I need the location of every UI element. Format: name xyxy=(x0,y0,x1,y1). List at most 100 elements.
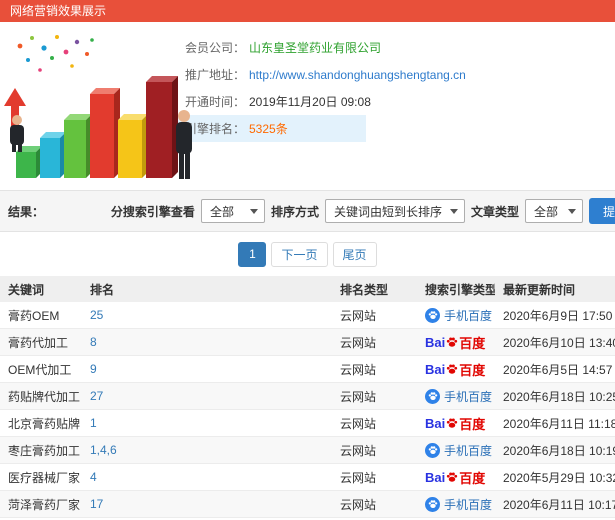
chevron-down-icon xyxy=(449,208,458,214)
rank-link[interactable]: 17 xyxy=(90,497,103,511)
keyword-cell: 膏药代加工 xyxy=(8,335,69,350)
chevron-down-icon xyxy=(567,208,576,214)
engine-cell: 手机百度 xyxy=(417,388,495,405)
table-row: 枣庄膏药加工 1,4,6 云网站 手机百度 2020年6月18日 10:19 xyxy=(0,437,615,464)
baidu-logo: Bai 百度 xyxy=(425,333,485,352)
engine-cell: 手机百度 xyxy=(417,442,495,459)
table-row: 膏药OEM 25 云网站 手机百度 2020年6月9日 17:50 xyxy=(0,302,615,329)
header-rank: 排名 xyxy=(90,282,115,297)
rank-type-cell: 云网站 xyxy=(340,389,377,404)
table-row: 菏泽膏药厂家 17 云网站 手机百度 2020年6月11日 10:17 xyxy=(0,491,615,518)
mobile-baidu-label: 手机百度 xyxy=(444,308,493,323)
baidu-paw-icon xyxy=(446,417,458,429)
company-link[interactable]: 山东皇圣堂药业有限公司 xyxy=(249,39,381,56)
rank-type-cell: 云网站 xyxy=(340,362,377,377)
sort-filter-value: 关键词由短到长排序 xyxy=(333,204,442,219)
mobile-baidu-icon xyxy=(425,307,440,323)
header-rank-type: 排名类型 xyxy=(340,282,389,297)
engine-rank-count: 5325 xyxy=(249,121,276,136)
rank-link[interactable]: 27 xyxy=(90,389,103,403)
sort-filter-label: 排序方式 xyxy=(270,204,319,219)
mobile-baidu-icon xyxy=(425,442,440,458)
mobile-baidu-badge: 手机百度 xyxy=(425,496,492,513)
mobile-baidu-badge: 手机百度 xyxy=(425,442,492,459)
baidu-logo-latin: Bai xyxy=(425,415,446,431)
mobile-baidu-icon xyxy=(425,388,440,404)
engine-filter-value: 全部 xyxy=(209,204,234,219)
mobile-baidu-badge: 手机百度 xyxy=(425,307,492,324)
rank-link[interactable]: 9 xyxy=(90,362,97,376)
page-title: 网络营销效果展示 xyxy=(0,0,615,22)
marketing-illustration xyxy=(4,35,192,179)
engine-cell: 手机百度 xyxy=(417,496,495,513)
table-row: 医疗器械厂家 4 云网站 Bai 百度 2020年5月29日 10:32 xyxy=(0,464,615,491)
updated-cell: 2020年5月29日 10:32 xyxy=(503,470,615,485)
updated-cell: 2020年6月11日 10:17 xyxy=(503,497,615,512)
baidu-paw-icon xyxy=(446,336,458,348)
mobile-baidu-label: 手机百度 xyxy=(444,443,493,458)
baidu-logo-cn: 百度 xyxy=(459,470,486,486)
engine-filter-select[interactable]: 全部 xyxy=(200,199,265,223)
next-page-button[interactable]: 下一页 xyxy=(271,241,328,267)
submit-button[interactable]: 提交 xyxy=(588,198,615,224)
baidu-logo: Bai 百度 xyxy=(425,468,485,487)
baidu-logo-cn: 百度 xyxy=(459,416,486,432)
engine-cell: Bai 百度 xyxy=(417,333,495,352)
baidu-paw-icon xyxy=(446,471,458,483)
header-engine-type: 搜索引擎类型 xyxy=(425,282,495,297)
engine-cell: 手机百度 xyxy=(417,307,495,324)
updated-cell: 2020年6月9日 17:50 xyxy=(503,308,613,323)
filter-bar: 结果： 分搜索引擎查看 全部 排序方式 关键词由短到长排序 文章类型 全部 提交 xyxy=(0,190,615,232)
rank-type-cell: 云网站 xyxy=(340,308,377,323)
results-table: 关键词 排名 排名类型 搜索引擎类型 最新更新时间 膏药OEM 25 云网站 手… xyxy=(0,276,615,518)
result-label: 结果： xyxy=(8,204,45,219)
updated-cell: 2020年6月18日 10:25 xyxy=(503,389,615,404)
member-info-panel: 会员公司： 山东皇圣堂药业有限公司 推广地址： http://www.shand… xyxy=(0,22,615,190)
keyword-cell: 医疗器械厂家 xyxy=(8,470,81,485)
updated-cell: 2020年6月10日 13:40 xyxy=(503,335,615,350)
keyword-cell: 枣庄膏药加工 xyxy=(8,443,81,458)
pagination: 1 下一页 尾页 xyxy=(0,232,615,276)
article-type-value: 全部 xyxy=(533,204,558,219)
keyword-cell: 药贴牌代加工 xyxy=(8,389,81,404)
table-row: 药贴牌代加工 27 云网站 手机百度 2020年6月18日 10:25 xyxy=(0,383,615,410)
rank-type-cell: 云网站 xyxy=(340,335,377,350)
page-button-current[interactable]: 1 xyxy=(238,241,267,267)
keyword-cell: 膏药OEM xyxy=(8,308,60,323)
baidu-logo-cn: 百度 xyxy=(459,362,486,378)
article-type-select[interactable]: 全部 xyxy=(524,199,583,223)
mobile-baidu-badge: 手机百度 xyxy=(425,388,492,405)
mobile-baidu-label: 手机百度 xyxy=(444,389,493,404)
rank-type-cell: 云网站 xyxy=(340,470,377,485)
last-page-button[interactable]: 尾页 xyxy=(332,241,377,267)
rank-link[interactable]: 4 xyxy=(90,470,97,484)
table-row: OEM代加工 9 云网站 Bai 百度 2020年6月5日 14:57 xyxy=(0,356,615,383)
open-time-value: 2019年11月20日 09:08 xyxy=(249,95,371,109)
mobile-baidu-icon xyxy=(425,496,440,512)
engine-rank-suffix: 条 xyxy=(275,122,288,136)
promo-url-link[interactable]: http://www.shandonghuangshengtang.cn xyxy=(249,68,466,82)
baidu-logo-cn: 百度 xyxy=(459,335,486,351)
member-info-rows: 会员公司： 山东皇圣堂药业有限公司 推广地址： http://www.shand… xyxy=(130,22,615,142)
rank-link[interactable]: 1 xyxy=(90,416,97,430)
rank-type-cell: 云网站 xyxy=(340,443,377,458)
rank-type-cell: 云网站 xyxy=(340,416,377,431)
header-keyword: 关键词 xyxy=(8,282,45,297)
engine-cell: Bai 百度 xyxy=(417,468,495,487)
rank-link[interactable]: 25 xyxy=(90,308,103,322)
updated-cell: 2020年6月18日 10:19 xyxy=(503,443,615,458)
baidu-paw-icon xyxy=(446,363,458,375)
baidu-logo-latin: Bai xyxy=(425,334,446,350)
engine-cell: Bai 百度 xyxy=(417,360,495,379)
sort-filter-select[interactable]: 关键词由短到长排序 xyxy=(324,199,465,223)
engine-cell: Bai 百度 xyxy=(417,414,495,433)
table-body: 膏药OEM 25 云网站 手机百度 2020年6月9日 17:50 膏药代加工 … xyxy=(0,302,615,518)
baidu-logo-latin: Bai xyxy=(425,469,446,485)
engine-filter-label: 分搜索引擎查看 xyxy=(110,204,195,219)
baidu-logo: Bai 百度 xyxy=(425,360,485,379)
rank-link[interactable]: 1,4,6 xyxy=(90,443,117,457)
table-row: 膏药代加工 8 云网站 Bai 百度 2020年6月10日 13:40 xyxy=(0,329,615,356)
keyword-cell: 菏泽膏药厂家 xyxy=(8,497,81,512)
rank-link[interactable]: 8 xyxy=(90,335,97,349)
updated-cell: 2020年6月11日 11:18 xyxy=(503,416,615,431)
